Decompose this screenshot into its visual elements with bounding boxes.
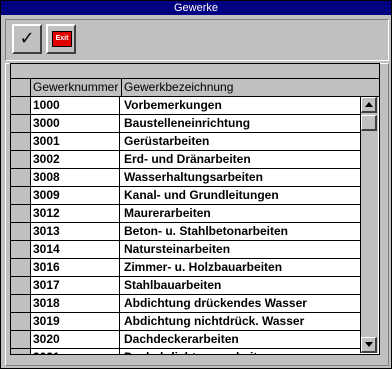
table-row[interactable]: 3021 Dachabdichtungsarbeiten (11, 349, 360, 354)
row-gewerkbezeichnung: Stahlbauarbeiten (124, 278, 222, 292)
row-selector[interactable] (11, 187, 31, 204)
table-body: 1000 Vorbemerkungen 3000 Baustelleneinricht… (11, 97, 360, 354)
table-row[interactable]: 3012 Maurerarbeiten (11, 205, 360, 223)
row-selector[interactable] (11, 295, 31, 312)
row-selector[interactable] (11, 205, 31, 222)
header-selector-cell (11, 79, 31, 96)
table-row[interactable]: 3016 Zimmer- u. Holzbauarbeiten (11, 259, 360, 277)
row-selector[interactable] (11, 331, 31, 348)
window-title: Gewerke (1, 1, 391, 15)
table-header: Gewerknummer Gewerkbezeichnung (11, 79, 379, 97)
scroll-up-button[interactable] (361, 97, 377, 113)
scroll-down-button[interactable] (361, 337, 377, 353)
row-gewerkbezeichnung: Baustelleneinrichtung (124, 116, 251, 130)
table-row[interactable]: 3002 Erd- und Dränarbeiten (11, 151, 360, 169)
row-gewerknummer: 3012 (31, 205, 120, 222)
column-header-gewerkbezeichnung[interactable]: Gewerkbezeichnung (122, 79, 379, 96)
row-selector[interactable] (11, 97, 31, 114)
table-row[interactable]: 3008 Wasserhaltungsarbeiten (11, 169, 360, 187)
row-gewerkbezeichnung: Beton- u. Stahlbetonarbeiten (124, 224, 289, 238)
column-header-gewerknummer[interactable]: Gewerknummer (31, 79, 122, 96)
row-gewerknummer: 3002 (31, 151, 120, 168)
row-gewerkbezeichnung: Maurerarbeiten (124, 206, 211, 220)
row-gewerknummer: 3000 (31, 115, 120, 132)
row-gewerknummer: 3014 (31, 241, 120, 258)
row-gewerknummer: 1000 (31, 97, 120, 114)
table-row[interactable]: 3019 Abdichtung nichtdrück. Wasser (11, 313, 360, 331)
row-gewerkbezeichnung: Zimmer- u. Holzbauarbeiten (124, 260, 283, 274)
row-gewerkbezeichnung: Kanal- und Grundleitungen (124, 188, 279, 202)
arrow-up-icon (365, 102, 373, 107)
row-gewerkbezeichnung: Dachdeckerarbeiten (124, 332, 239, 346)
table-row[interactable]: 3000 Baustelleneinrichtung (11, 115, 360, 133)
scroll-thumb[interactable] (361, 115, 377, 131)
check-icon: ✓ (19, 28, 35, 49)
row-selector[interactable] (11, 151, 31, 168)
row-gewerkbezeichnung: Wasserhaltungsarbeiten (124, 170, 263, 184)
row-gewerkbezeichnung: Abdichtung nichtdrück. Wasser (124, 314, 305, 328)
row-gewerkbezeichnung: Dachabdichtungsarbeiten (124, 349, 360, 354)
table-row[interactable]: 3017 Stahlbauarbeiten (11, 277, 360, 295)
table-row[interactable]: 3001 Gerüstarbeiten (11, 133, 360, 151)
table-row[interactable]: 3020 Dachdeckerarbeiten (11, 331, 360, 349)
toolbar: ✓ Exit (5, 19, 389, 61)
row-selector[interactable] (11, 349, 31, 354)
row-gewerknummer: 3018 (31, 295, 120, 312)
row-selector[interactable] (11, 223, 31, 240)
exit-icon: Exit (52, 31, 72, 47)
table-row[interactable]: 3009 Kanal- und Grundleitungen (11, 187, 360, 205)
exit-button[interactable]: Exit (46, 24, 76, 54)
row-selector[interactable] (11, 133, 31, 150)
row-gewerknummer: 3008 (31, 169, 120, 186)
table-row[interactable]: 1000 Vorbemerkungen (11, 97, 360, 115)
row-gewerkbezeichnung: Natursteinarbeiten (124, 242, 231, 256)
row-gewerkbezeichnung: Abdichtung drückendes Wasser (124, 296, 307, 310)
row-gewerknummer: 3001 (31, 133, 120, 150)
row-gewerknummer: 3013 (31, 223, 120, 240)
table-row[interactable]: 3013 Beton- u. Stahlbetonarbeiten (11, 223, 360, 241)
vertical-scrollbar[interactable] (360, 97, 378, 353)
table-row[interactable]: 3018 Abdichtung drückendes Wasser (11, 295, 360, 313)
table-row[interactable]: 3014 Natursteinarbeiten (11, 241, 360, 259)
row-gewerknummer: 3019 (31, 313, 120, 330)
row-gewerknummer: 3016 (31, 259, 120, 276)
arrow-down-icon (365, 342, 373, 347)
row-gewerkbezeichnung: Erd- und Dränarbeiten (124, 152, 251, 166)
ok-button[interactable]: ✓ (12, 24, 42, 54)
row-gewerknummer: 3020 (31, 331, 120, 348)
row-selector[interactable] (11, 115, 31, 132)
row-selector[interactable] (11, 241, 31, 258)
row-selector[interactable] (11, 277, 31, 294)
row-gewerknummer: 3009 (31, 187, 120, 204)
table-caption-bar (11, 64, 379, 79)
row-gewerknummer: 3017 (31, 277, 120, 294)
gewerke-table: Gewerknummer Gewerkbezeichnung 1000 Vorbe… (10, 63, 380, 355)
row-gewerknummer: 3021 (31, 349, 120, 354)
row-selector[interactable] (11, 313, 31, 330)
row-gewerkbezeichnung: Gerüstarbeiten (124, 134, 210, 148)
row-selector[interactable] (11, 169, 31, 186)
row-selector[interactable] (11, 259, 31, 276)
row-gewerkbezeichnung: Vorbemerkungen (124, 98, 222, 112)
